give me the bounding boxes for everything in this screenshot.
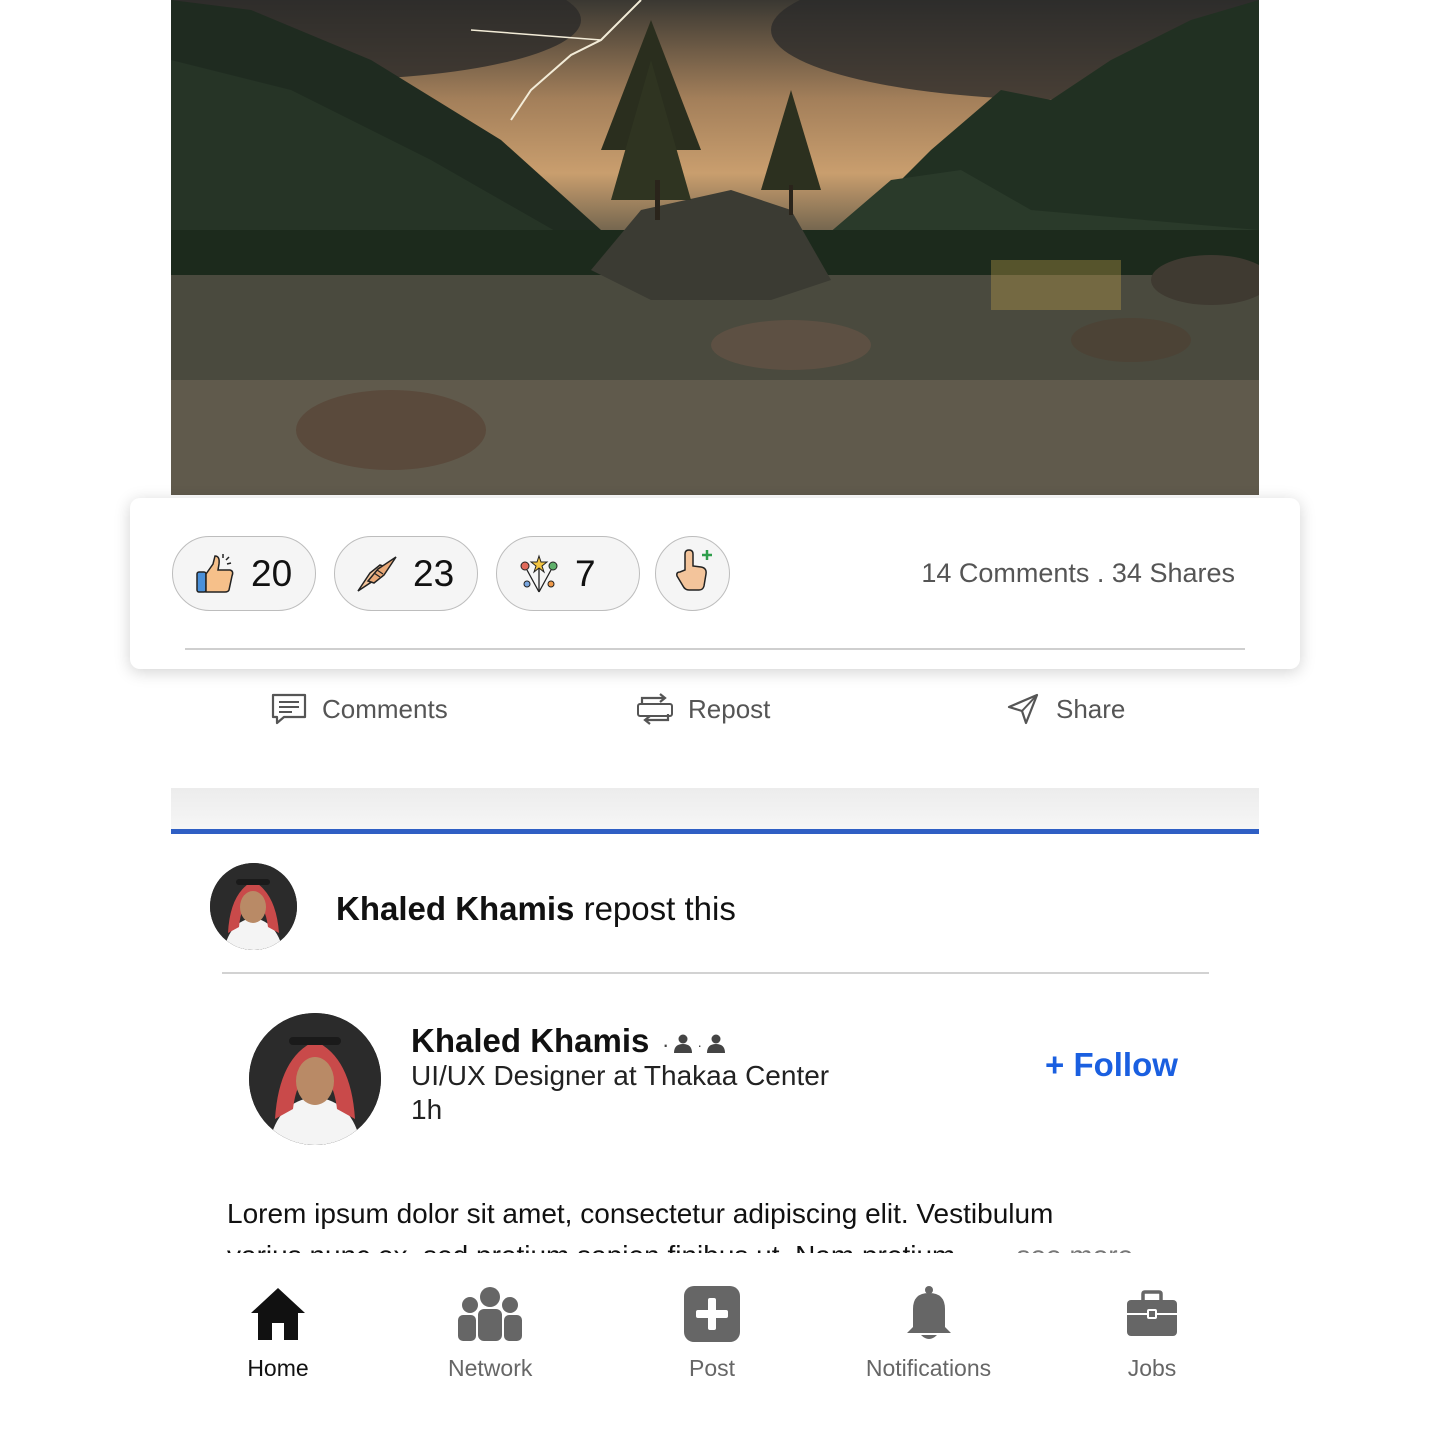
post-icon xyxy=(677,1283,747,1345)
nav-home-label: Home xyxy=(247,1355,309,1381)
nav-notifications-label: Notifications xyxy=(865,1355,992,1381)
nav-network[interactable]: Network xyxy=(448,1283,532,1382)
bottom-nav: Home Network Post Notifications Jobs xyxy=(171,1253,1259,1429)
reactions-card: 20 23 7 14 Comments . 34 Shares xyxy=(130,498,1300,669)
repost-divider xyxy=(222,972,1209,974)
repost-suffix: repost this xyxy=(574,890,736,927)
landscape-photo xyxy=(171,0,1259,495)
reaction-support-chip[interactable]: 23 xyxy=(334,536,478,611)
share-button[interactable]: Share xyxy=(1004,690,1125,728)
reaction-like-chip[interactable]: 20 xyxy=(172,536,316,611)
nav-home[interactable]: Home xyxy=(243,1283,313,1382)
repost-label: Repost xyxy=(688,693,771,724)
celebrate-icon xyxy=(515,550,563,598)
repost-icon xyxy=(636,690,674,728)
author-name[interactable]: Khaled Khamis xyxy=(411,1022,649,1060)
post-image[interactable] xyxy=(171,0,1259,495)
post-body-line: Lorem ipsum dolor sit amet, consectetur … xyxy=(227,1198,1054,1229)
post-body-line: varius nunc ex, sed pretium sapien finib… xyxy=(227,1235,1187,1253)
comments-label: Comments xyxy=(322,693,448,724)
post-actions: Comments Repost Share xyxy=(0,690,1430,740)
reaction-celebrate-count: 7 xyxy=(575,552,596,594)
feed-separator xyxy=(171,788,1259,830)
reposter-name[interactable]: Khaled Khamis xyxy=(336,890,574,927)
author-headline: UI/UX Designer at Thakaa Center xyxy=(411,1060,830,1091)
person-icon xyxy=(673,1033,693,1058)
network-icon xyxy=(455,1283,525,1345)
add-reaction-icon xyxy=(671,548,715,599)
separator-dot: · xyxy=(662,1032,670,1057)
nav-jobs[interactable]: Jobs xyxy=(1117,1283,1187,1382)
nav-post-label: Post xyxy=(688,1355,736,1381)
repost-notice: Khaled Khamis repost this xyxy=(336,890,736,928)
reaction-celebrate-chip[interactable]: 7 xyxy=(496,536,640,611)
nav-network-label: Network xyxy=(448,1355,533,1381)
connection-degree: · · xyxy=(662,1032,726,1058)
person-icon xyxy=(706,1033,726,1058)
thumbs-up-icon xyxy=(191,550,239,598)
share-label: Share xyxy=(1056,693,1126,724)
post-body-line-text: varius nunc ex, sed pretium sapien finib… xyxy=(227,1240,955,1253)
nav-notifications[interactable]: Notifications xyxy=(861,1283,996,1382)
post-body: Lorem ipsum dolor sit amet, consectetur … xyxy=(227,1193,1187,1253)
reaction-like-count: 20 xyxy=(251,552,293,594)
comment-icon xyxy=(270,690,308,728)
see-more-link[interactable]: ...see more xyxy=(993,1240,1133,1253)
separator-dot-small: · xyxy=(697,1037,702,1053)
comments-button[interactable]: Comments xyxy=(270,690,448,728)
reaction-support-count: 23 xyxy=(413,552,455,594)
author-avatar[interactable] xyxy=(249,1013,381,1145)
reposter-avatar[interactable] xyxy=(210,863,297,950)
nav-jobs-label: Jobs xyxy=(1127,1355,1177,1381)
handshake-icon xyxy=(353,550,401,598)
add-reaction-button[interactable] xyxy=(655,536,730,611)
nav-post[interactable]: Post xyxy=(677,1283,747,1382)
feed-separator-accent xyxy=(171,829,1259,834)
card-divider xyxy=(185,648,1245,650)
post-time: 1h xyxy=(411,1094,443,1125)
repost-button[interactable]: Repost xyxy=(636,690,770,728)
post-stats[interactable]: 14 Comments . 34 Shares xyxy=(921,558,1235,589)
send-icon xyxy=(1004,690,1042,728)
bell-icon xyxy=(861,1283,996,1345)
briefcase-icon xyxy=(1117,1283,1187,1345)
follow-button[interactable]: + Follow xyxy=(1045,1046,1178,1084)
home-icon xyxy=(243,1283,313,1345)
